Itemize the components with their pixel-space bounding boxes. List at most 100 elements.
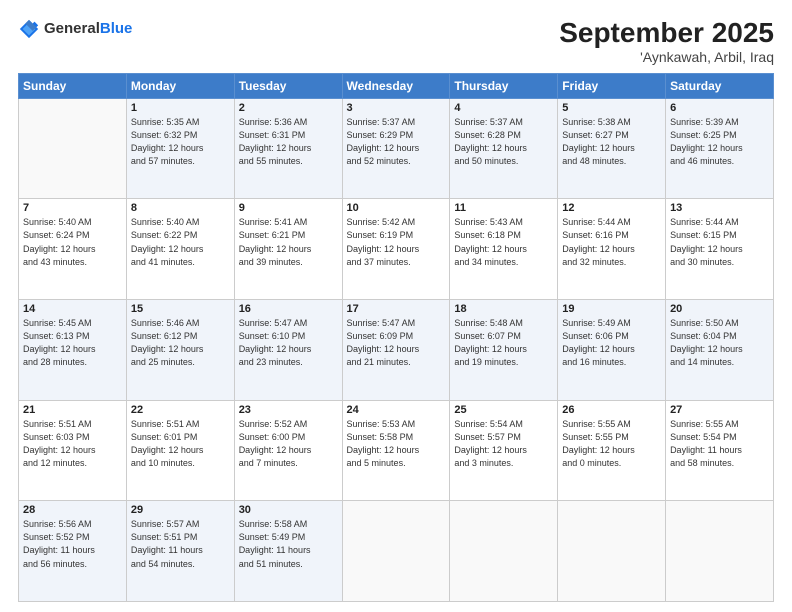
calendar-header-wednesday: Wednesday [342,73,450,98]
calendar-cell: 8 Sunrise: 5:40 AM Sunset: 6:22 PM Daylig… [126,199,234,300]
calendar-cell: 21Sunrise: 5:51 AM Sunset: 6:03 PM Dayli… [19,400,127,501]
calendar-row-2: 14 Sunrise: 5:45 AM Sunset: 6:13 PM Dayli… [19,300,774,401]
day-number: 5 [562,102,661,114]
calendar-cell: 17 Sunrise: 5:47 AM Sunset: 6:09 PM Dayli… [342,300,450,401]
day-info: Sunrise: 5:55 AM Sunset: 5:54 PM Dayligh… [670,418,769,470]
day-info: Sunrise: 5:36 AM Sunset: 6:31 PM Dayligh… [239,116,338,168]
day-number: 14 [23,303,122,315]
logo-general: General [44,21,100,38]
day-info: Sunrise: 5:44 AM Sunset: 6:15 PM Dayligh… [670,216,769,268]
calendar-header-sunday: Sunday [19,73,127,98]
day-info: Sunrise: 5:35 AM Sunset: 6:32 PM Dayligh… [131,116,230,168]
calendar-cell: 13 Sunrise: 5:44 AM Sunset: 6:15 PM Dayli… [666,199,774,300]
day-number: 8 [131,202,230,214]
day-info: Sunrise: 5:53 AM Sunset: 5:58 PM Dayligh… [347,418,446,470]
calendar-cell: 9 Sunrise: 5:41 AM Sunset: 6:21 PM Daylig… [234,199,342,300]
page: General Blue September 2025 'Aynkawah, A… [0,0,792,612]
calendar-cell: 15 Sunrise: 5:46 AM Sunset: 6:12 PM Dayli… [126,300,234,401]
day-info: Sunrise: 5:37 AM Sunset: 6:29 PM Dayligh… [347,116,446,168]
day-number: 28 [23,504,122,516]
calendar-cell: 18 Sunrise: 5:48 AM Sunset: 6:07 PM Dayli… [450,300,558,401]
day-number: 17 [347,303,446,315]
day-number: 12 [562,202,661,214]
calendar-cell: 2Sunrise: 5:36 AM Sunset: 6:31 PM Daylig… [234,98,342,199]
day-info: Sunrise: 5:45 AM Sunset: 6:13 PM Dayligh… [23,317,122,369]
calendar-cell: 25 Sunrise: 5:54 AM Sunset: 5:57 PM Dayli… [450,400,558,501]
day-info: Sunrise: 5:38 AM Sunset: 6:27 PM Dayligh… [562,116,661,168]
day-number: 18 [454,303,553,315]
calendar-header-row: SundayMondayTuesdayWednesdayThursdayFrid… [19,73,774,98]
calendar-cell: 14 Sunrise: 5:45 AM Sunset: 6:13 PM Dayli… [19,300,127,401]
calendar-cell: 10Sunrise: 5:42 AM Sunset: 6:19 PM Dayli… [342,199,450,300]
day-info: Sunrise: 5:39 AM Sunset: 6:25 PM Dayligh… [670,116,769,168]
day-number: 22 [131,404,230,416]
logo-icon [18,18,40,40]
calendar-cell: 11 Sunrise: 5:43 AM Sunset: 6:18 PM Dayli… [450,199,558,300]
day-info: Sunrise: 5:41 AM Sunset: 6:21 PM Dayligh… [239,216,338,268]
day-info: Sunrise: 5:37 AM Sunset: 6:28 PM Dayligh… [454,116,553,168]
day-number: 11 [454,202,553,214]
calendar-header-saturday: Saturday [666,73,774,98]
day-number: 29 [131,504,230,516]
day-number: 21 [23,404,122,416]
calendar-cell [450,501,558,602]
calendar-cell: 20 Sunrise: 5:50 AM Sunset: 6:04 PM Dayli… [666,300,774,401]
day-number: 13 [670,202,769,214]
calendar-cell: 27 Sunrise: 5:55 AM Sunset: 5:54 PM Dayli… [666,400,774,501]
day-info: Sunrise: 5:56 AM Sunset: 5:52 PM Dayligh… [23,518,122,570]
calendar-row-1: 7Sunrise: 5:40 AM Sunset: 6:24 PM Daylig… [19,199,774,300]
logo-text: General Blue [44,21,132,38]
calendar-cell [342,501,450,602]
calendar-cell: 29 Sunrise: 5:57 AM Sunset: 5:51 PM Dayli… [126,501,234,602]
day-number: 4 [454,102,553,114]
day-number: 30 [239,504,338,516]
logo: General Blue [18,18,132,40]
calendar-cell: 24Sunrise: 5:53 AM Sunset: 5:58 PM Dayli… [342,400,450,501]
calendar-title: September 2025 [559,18,774,49]
day-number: 7 [23,202,122,214]
day-info: Sunrise: 5:57 AM Sunset: 5:51 PM Dayligh… [131,518,230,570]
calendar-cell: 30 Sunrise: 5:58 AM Sunset: 5:49 PM Dayli… [234,501,342,602]
day-info: Sunrise: 5:58 AM Sunset: 5:49 PM Dayligh… [239,518,338,570]
calendar-cell: 28 Sunrise: 5:56 AM Sunset: 5:52 PM Dayli… [19,501,127,602]
calendar-subtitle: 'Aynkawah, Arbil, Iraq [559,49,774,65]
calendar-cell: 3 Sunrise: 5:37 AM Sunset: 6:29 PM Daylig… [342,98,450,199]
day-info: Sunrise: 5:47 AM Sunset: 6:09 PM Dayligh… [347,317,446,369]
header: General Blue September 2025 'Aynkawah, A… [18,18,774,65]
calendar-cell: 12 Sunrise: 5:44 AM Sunset: 6:16 PM Dayli… [558,199,666,300]
day-number: 20 [670,303,769,315]
day-number: 27 [670,404,769,416]
calendar-cell: 23 Sunrise: 5:52 AM Sunset: 6:00 PM Dayli… [234,400,342,501]
day-info: Sunrise: 5:48 AM Sunset: 6:07 PM Dayligh… [454,317,553,369]
day-number: 9 [239,202,338,214]
day-number: 19 [562,303,661,315]
day-number: 10 [347,202,446,214]
day-info: Sunrise: 5:46 AM Sunset: 6:12 PM Dayligh… [131,317,230,369]
title-block: September 2025 'Aynkawah, Arbil, Iraq [559,18,774,65]
day-number: 3 [347,102,446,114]
day-info: Sunrise: 5:50 AM Sunset: 6:04 PM Dayligh… [670,317,769,369]
day-info: Sunrise: 5:43 AM Sunset: 6:18 PM Dayligh… [454,216,553,268]
day-info: Sunrise: 5:54 AM Sunset: 5:57 PM Dayligh… [454,418,553,470]
day-number: 6 [670,102,769,114]
day-info: Sunrise: 5:49 AM Sunset: 6:06 PM Dayligh… [562,317,661,369]
day-info: Sunrise: 5:40 AM Sunset: 6:22 PM Dayligh… [131,216,230,268]
calendar-cell [558,501,666,602]
day-number: 16 [239,303,338,315]
calendar-cell: 22 Sunrise: 5:51 AM Sunset: 6:01 PM Dayli… [126,400,234,501]
calendar-cell [666,501,774,602]
calendar-cell [19,98,127,199]
day-info: Sunrise: 5:51 AM Sunset: 6:01 PM Dayligh… [131,418,230,470]
calendar-header-monday: Monday [126,73,234,98]
day-number: 15 [131,303,230,315]
day-number: 25 [454,404,553,416]
day-number: 23 [239,404,338,416]
day-info: Sunrise: 5:52 AM Sunset: 6:00 PM Dayligh… [239,418,338,470]
calendar-row-4: 28 Sunrise: 5:56 AM Sunset: 5:52 PM Dayli… [19,501,774,602]
logo-blue: Blue [100,21,133,38]
calendar-cell: 6 Sunrise: 5:39 AM Sunset: 6:25 PM Daylig… [666,98,774,199]
day-info: Sunrise: 5:44 AM Sunset: 6:16 PM Dayligh… [562,216,661,268]
calendar-cell: 5 Sunrise: 5:38 AM Sunset: 6:27 PM Daylig… [558,98,666,199]
calendar-cell: 16Sunrise: 5:47 AM Sunset: 6:10 PM Dayli… [234,300,342,401]
calendar-row-3: 21Sunrise: 5:51 AM Sunset: 6:03 PM Dayli… [19,400,774,501]
